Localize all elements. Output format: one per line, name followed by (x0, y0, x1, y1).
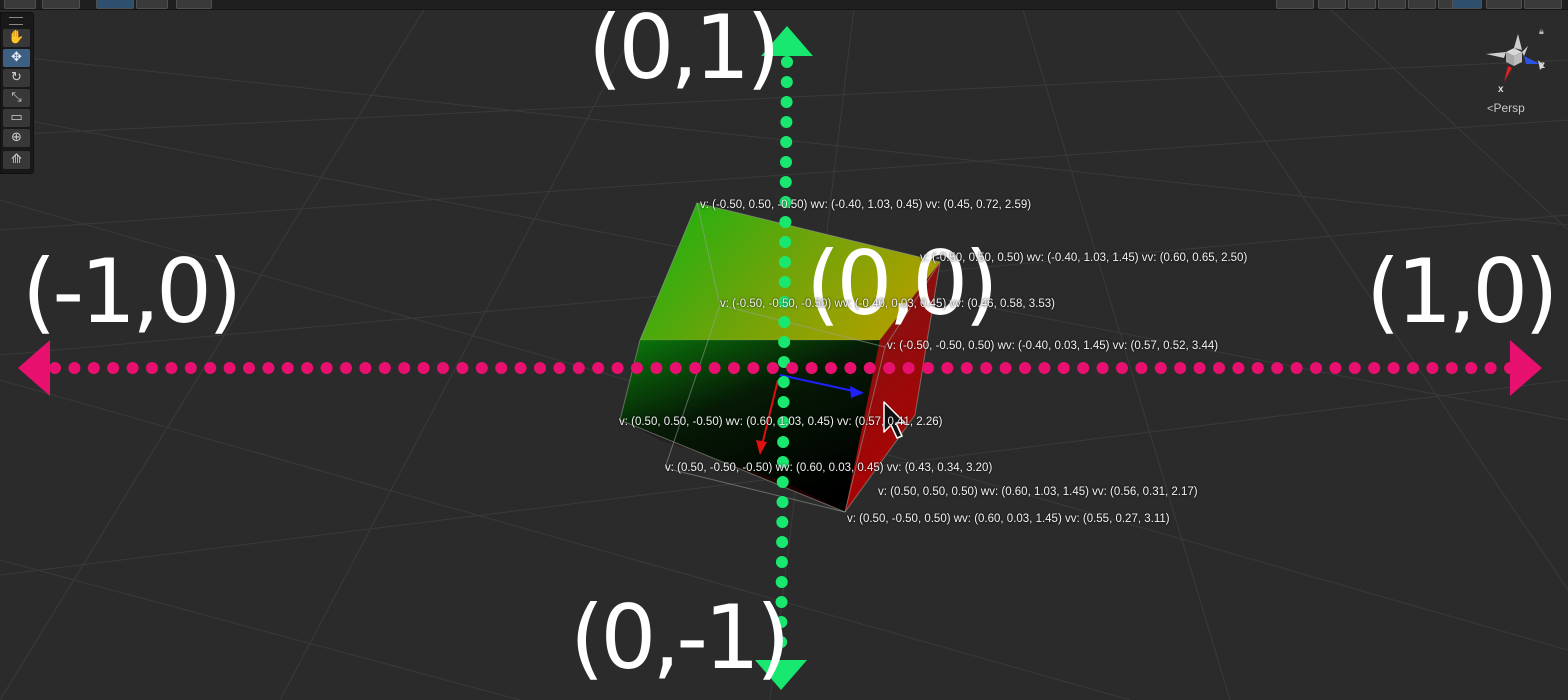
toolbar-button-lighting[interactable] (1276, 0, 1314, 9)
toolbar-button-display[interactable] (1486, 0, 1522, 9)
axis-arrow-right (1510, 340, 1542, 396)
vertex-label: v: (0.50, 0.50, -0.50) wv: (0.60, 1.03, … (619, 416, 943, 428)
toolbar-button-gizmo-settings[interactable] (1524, 0, 1562, 9)
projection-label: Persp (1493, 101, 1525, 115)
coord-label-bottom: (0,-1) (570, 586, 790, 689)
rotate-tool[interactable]: ↻ (3, 69, 30, 87)
toolbar-button-search[interactable] (1452, 0, 1482, 9)
toolbar-button-draw-mode[interactable] (4, 0, 36, 9)
vertex-label: v: (-0.50, -0.50, 0.50) wv: (-0.40, 0.03… (887, 340, 1219, 352)
move-icon: ✥ (11, 50, 22, 65)
custom-tool-icon: ⟰ (11, 152, 22, 167)
vertex-label: v: (0.50, -0.50, 0.50) wv: (0.60, 0.03, … (847, 513, 1170, 525)
vertex-label: v: (-0.50, -0.50, -0.50) wv: (-0.40, 0.0… (720, 298, 1055, 310)
vertex-label: v: (-0.50, 0.50, 0.50) wv: (-0.40, 1.03,… (920, 252, 1248, 264)
gizmo-x-label: x (1498, 84, 1504, 95)
hand-icon: ✋ (8, 30, 25, 45)
rect-tool[interactable]: ▭ (3, 109, 30, 127)
lock-icon[interactable]: 🔒︎ (1539, 26, 1544, 37)
scale-tool[interactable]: ⤡ (3, 89, 30, 107)
toolbar-button-effects[interactable] (1378, 0, 1406, 9)
tool-palette: ✋ ✥ ↻ ⤡ ▭ ⊕ ⟰ (0, 12, 34, 174)
toolbar-button-gizmos[interactable] (96, 0, 134, 9)
move-tool[interactable]: ✥ (3, 49, 30, 67)
toolbar-button-grid[interactable] (176, 0, 212, 9)
palette-grip-icon[interactable] (9, 17, 23, 25)
transform-icon: ⊕ (11, 130, 22, 145)
toolbar-button-audio[interactable] (1348, 0, 1376, 9)
vertex-label: v: (0.50, -0.50, -0.50) wv: (0.60, 0.03,… (665, 462, 993, 474)
coord-label-right: (1,0) (1366, 240, 1559, 343)
coord-label-top: (0,1) (588, 0, 781, 99)
transform-tool[interactable]: ⊕ (3, 129, 30, 147)
rotate-icon: ↻ (11, 70, 22, 85)
vertex-label: v: (0.50, 0.50, 0.50) wv: (0.60, 1.03, 1… (878, 486, 1198, 498)
toolbar-button-snap[interactable] (136, 0, 168, 9)
rect-icon: ▭ (10, 110, 23, 125)
projection-toggle[interactable]: <Persp (1487, 101, 1525, 115)
scale-icon: ⤡ (11, 90, 22, 105)
coord-label-left: (-1,0) (22, 240, 242, 343)
custom-tool[interactable]: ⟰ (3, 151, 30, 169)
toolbar-button-hidden[interactable] (1408, 0, 1436, 9)
toolbar-button-2d-toggle[interactable] (1318, 0, 1346, 9)
toolbar-button-2d[interactable] (42, 0, 80, 9)
axis-arrow-left (18, 340, 50, 396)
gizmo-z-label: z (1540, 60, 1545, 71)
hand-tool[interactable]: ✋ (3, 29, 30, 47)
scene-toolbar (0, 0, 1568, 10)
vertex-label: v: (-0.50, 0.50, -0.50) wv: (-0.40, 1.03… (700, 199, 1032, 211)
